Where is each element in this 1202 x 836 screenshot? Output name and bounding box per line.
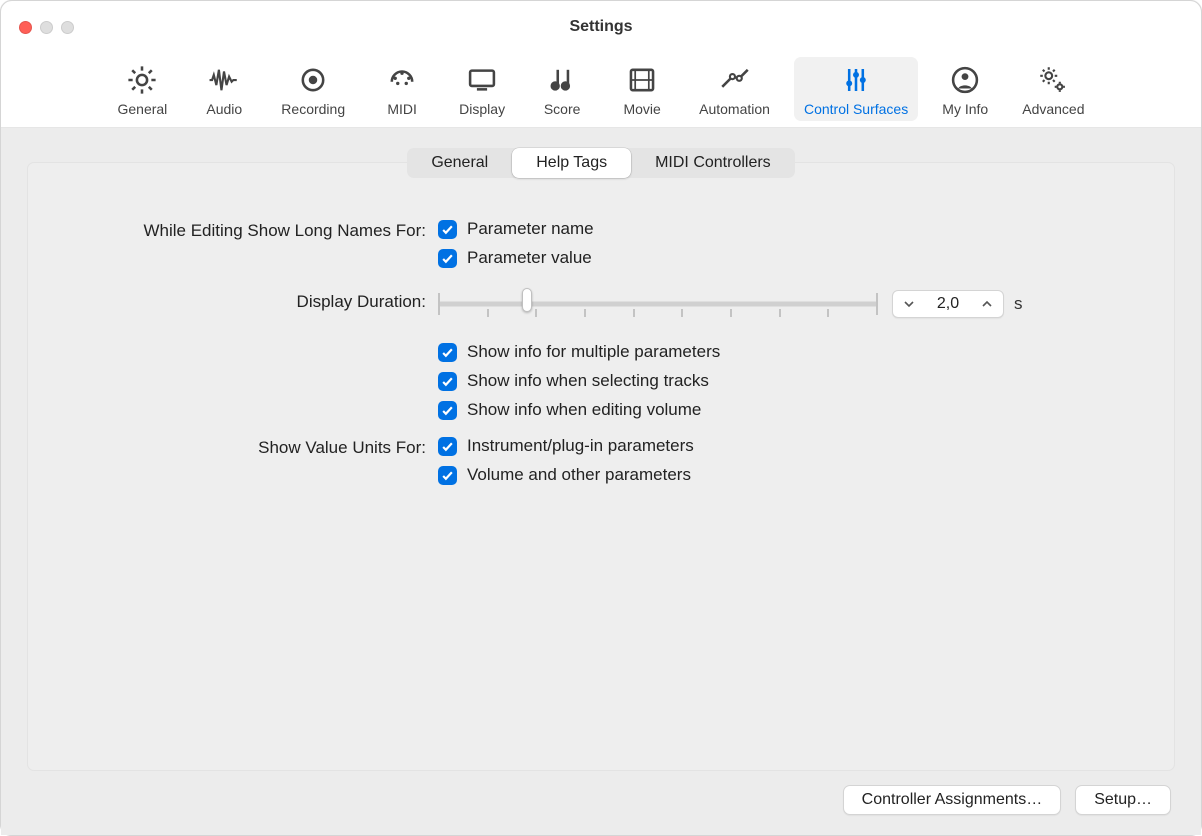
- midi-icon: [385, 63, 419, 97]
- checkbox-label: Parameter value: [467, 248, 592, 268]
- titlebar: Settings: [1, 1, 1201, 53]
- checkbox-multiple-parameters[interactable]: Show info for multiple parameters: [438, 342, 1144, 362]
- toolbar-automation[interactable]: Automation: [689, 57, 780, 121]
- toolbar: General Audio Recording MIDI Display Sco…: [1, 53, 1201, 128]
- checkmark-icon: [438, 343, 457, 362]
- toolbar-label: Score: [544, 101, 581, 117]
- while-editing-row: While Editing Show Long Names For: Param…: [58, 219, 1144, 268]
- checkmark-icon: [438, 466, 457, 485]
- chevron-up-icon[interactable]: [977, 300, 997, 308]
- checkbox-label: Parameter name: [467, 219, 594, 239]
- display-duration-label: Display Duration:: [58, 290, 438, 312]
- checkmark-icon: [438, 437, 457, 456]
- person-icon: [948, 63, 982, 97]
- automation-icon: [718, 63, 752, 97]
- toolbar-movie[interactable]: Movie: [609, 57, 675, 121]
- toolbar-label: MIDI: [387, 101, 417, 117]
- show-value-units-row: Show Value Units For: Instrument/plug-in…: [58, 436, 1144, 485]
- checkmark-icon: [438, 249, 457, 268]
- checkbox-editing-volume[interactable]: Show info when editing volume: [438, 400, 1144, 420]
- subtab-general[interactable]: General: [407, 148, 512, 178]
- checkbox-label: Show info for multiple parameters: [467, 342, 720, 362]
- checkbox-label: Volume and other parameters: [467, 465, 691, 485]
- controller-assignments-button[interactable]: Controller Assignments…: [843, 785, 1062, 815]
- display-duration-slider[interactable]: [438, 290, 878, 318]
- duration-stepper[interactable]: 2,0: [892, 290, 1004, 318]
- checkbox-label: Show info when selecting tracks: [467, 371, 709, 391]
- toolbar-general[interactable]: General: [107, 57, 177, 121]
- display-icon: [465, 63, 499, 97]
- toolbar-label: Control Surfaces: [804, 101, 908, 117]
- waveform-icon: [207, 63, 241, 97]
- film-icon: [625, 63, 659, 97]
- duration-unit: s: [1014, 294, 1023, 314]
- toolbar-label: General: [117, 101, 167, 117]
- subtab-midi-controllers[interactable]: MIDI Controllers: [631, 148, 795, 178]
- toolbar-recording[interactable]: Recording: [271, 57, 355, 121]
- toolbar-label: My Info: [942, 101, 988, 117]
- gear-icon: [125, 63, 159, 97]
- toolbar-label: Movie: [623, 101, 660, 117]
- record-icon: [296, 63, 330, 97]
- sliders-icon: [839, 63, 873, 97]
- checkbox-parameter-name[interactable]: Parameter name: [438, 219, 1144, 239]
- window-title: Settings: [1, 18, 1201, 36]
- settings-window: Settings General Audio Recording MIDI Di…: [0, 0, 1202, 836]
- show-value-units-label: Show Value Units For:: [58, 436, 438, 458]
- checkbox-label: Show info when editing volume: [467, 400, 701, 420]
- slider-thumb[interactable]: [522, 288, 532, 312]
- subtab-help-tags[interactable]: Help Tags: [512, 148, 631, 178]
- checkmark-icon: [438, 372, 457, 391]
- toolbar-advanced[interactable]: Advanced: [1012, 57, 1094, 121]
- extra-options-row: Show info for multiple parameters Show i…: [58, 342, 1144, 420]
- chevron-down-icon[interactable]: [899, 300, 919, 308]
- checkbox-volume-other[interactable]: Volume and other parameters: [438, 465, 1144, 485]
- toolbar-my-info[interactable]: My Info: [932, 57, 998, 121]
- checkbox-instrument-plugin[interactable]: Instrument/plug-in parameters: [438, 436, 1144, 456]
- toolbar-label: Audio: [206, 101, 242, 117]
- checkbox-selecting-tracks[interactable]: Show info when selecting tracks: [438, 371, 1144, 391]
- footer: Controller Assignments… Setup…: [27, 771, 1175, 817]
- toolbar-label: Advanced: [1022, 101, 1084, 117]
- checkmark-icon: [438, 401, 457, 420]
- subtab-segmented-control: General Help Tags MIDI Controllers: [407, 148, 794, 178]
- checkbox-label: Instrument/plug-in parameters: [467, 436, 694, 456]
- score-icon: [545, 63, 579, 97]
- content-area: General Help Tags MIDI Controllers While…: [1, 128, 1201, 835]
- toolbar-score[interactable]: Score: [529, 57, 595, 121]
- toolbar-audio[interactable]: Audio: [191, 57, 257, 121]
- toolbar-label: Display: [459, 101, 505, 117]
- help-tags-panel: While Editing Show Long Names For: Param…: [27, 162, 1175, 771]
- display-duration-row: Display Duration:: [58, 290, 1144, 318]
- checkmark-icon: [438, 220, 457, 239]
- toolbar-label: Automation: [699, 101, 770, 117]
- toolbar-label: Recording: [281, 101, 345, 117]
- toolbar-midi[interactable]: MIDI: [369, 57, 435, 121]
- duration-value: 2,0: [919, 295, 977, 313]
- gears-icon: [1036, 63, 1070, 97]
- checkbox-parameter-value[interactable]: Parameter value: [438, 248, 1144, 268]
- setup-button[interactable]: Setup…: [1075, 785, 1171, 815]
- while-editing-label: While Editing Show Long Names For:: [58, 219, 438, 241]
- toolbar-display[interactable]: Display: [449, 57, 515, 121]
- toolbar-control-surfaces[interactable]: Control Surfaces: [794, 57, 918, 121]
